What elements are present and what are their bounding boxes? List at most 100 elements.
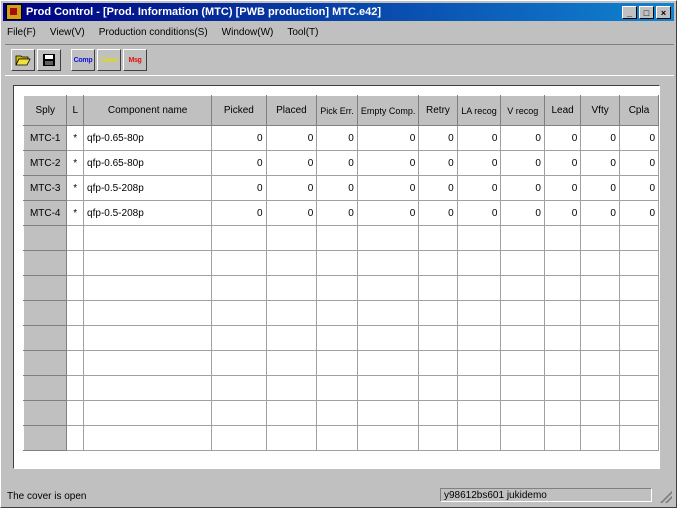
table-cell[interactable] (66, 225, 85, 251)
table-row[interactable]: MTC-4 * qfp-0.5-208p 0 0 0 0 0 0 0 0 0 0 (22, 200, 659, 226)
row-header[interactable]: MTC-2 (22, 150, 68, 176)
table-cell[interactable] (500, 250, 545, 276)
table-cell[interactable]: 0 (500, 200, 545, 226)
table-cell[interactable] (618, 425, 659, 451)
table-cell[interactable]: qfp-0.65-80p (83, 150, 213, 176)
app-icon[interactable] (6, 4, 22, 20)
table-cell[interactable] (356, 300, 420, 326)
table-cell[interactable] (265, 250, 318, 276)
table-cell[interactable]: * (66, 200, 85, 226)
row-header[interactable] (22, 300, 68, 326)
title-bar[interactable]: Prod Control - [Prod. Information (MTC) … (3, 3, 674, 21)
maximize-button[interactable]: □ (639, 5, 654, 19)
table-cell[interactable]: 0 (316, 175, 358, 201)
table-cell[interactable] (456, 225, 502, 251)
table-cell[interactable] (418, 400, 458, 426)
table-cell[interactable] (618, 325, 659, 351)
table-cell[interactable] (66, 250, 85, 276)
table-row[interactable] (22, 375, 659, 401)
table-cell[interactable]: qfp-0.5-208p (83, 175, 213, 201)
table-cell[interactable] (316, 425, 358, 451)
table-row[interactable] (22, 225, 659, 251)
table-cell[interactable] (618, 300, 659, 326)
table-cell[interactable] (543, 350, 582, 376)
table-cell[interactable]: 0 (418, 200, 458, 226)
table-cell[interactable] (543, 375, 582, 401)
table-cell[interactable] (211, 425, 267, 451)
table-cell[interactable] (83, 425, 213, 451)
table-cell[interactable]: * (66, 150, 85, 176)
table-cell[interactable] (211, 350, 267, 376)
table-cell[interactable] (580, 225, 620, 251)
open-button[interactable] (11, 49, 35, 71)
table-cell[interactable] (618, 400, 659, 426)
table-cell[interactable] (265, 225, 318, 251)
table-cell[interactable]: 0 (265, 175, 318, 201)
table-cell[interactable]: 0 (580, 200, 620, 226)
table-cell[interactable] (580, 350, 620, 376)
minimize-button[interactable]: _ (622, 5, 637, 19)
table-cell[interactable] (500, 375, 545, 401)
table-cell[interactable] (356, 425, 420, 451)
table-cell[interactable] (83, 275, 213, 301)
table-cell[interactable] (83, 325, 213, 351)
table-cell[interactable] (211, 250, 267, 276)
table-cell[interactable] (618, 225, 659, 251)
column-header[interactable]: V recog (500, 95, 545, 126)
table-cell[interactable] (356, 275, 420, 301)
table-cell[interactable]: 0 (500, 150, 545, 176)
msg-button[interactable]: Msg (123, 49, 147, 71)
row-header[interactable] (22, 425, 68, 451)
resize-grip[interactable] (660, 491, 672, 503)
table-cell[interactable] (500, 350, 545, 376)
table-cell[interactable] (265, 300, 318, 326)
table-cell[interactable]: qfp-0.65-80p (83, 125, 213, 151)
table-cell[interactable] (456, 400, 502, 426)
row-header[interactable] (22, 275, 68, 301)
conv-button[interactable]: Conv (97, 49, 121, 71)
table-row[interactable] (22, 300, 659, 326)
table-cell[interactable] (316, 400, 358, 426)
row-header[interactable] (22, 225, 68, 251)
table-cell[interactable] (500, 225, 545, 251)
table-cell[interactable] (316, 325, 358, 351)
column-header[interactable]: Picked (211, 95, 267, 126)
column-header[interactable]: Component name (83, 95, 213, 126)
table-cell[interactable]: 0 (356, 175, 420, 201)
table-cell[interactable] (316, 300, 358, 326)
table-cell[interactable]: * (66, 125, 85, 151)
table-cell[interactable] (580, 400, 620, 426)
table-cell[interactable] (618, 250, 659, 276)
table-cell[interactable] (356, 225, 420, 251)
table-cell[interactable] (543, 425, 582, 451)
table-cell[interactable] (456, 275, 502, 301)
table-cell[interactable] (580, 375, 620, 401)
comp-button[interactable]: Comp (71, 49, 95, 71)
row-header[interactable]: MTC-1 (22, 125, 68, 151)
table-cell[interactable] (580, 325, 620, 351)
table-cell[interactable] (580, 300, 620, 326)
column-header[interactable]: Cpla (618, 95, 659, 126)
table-cell[interactable]: 0 (211, 125, 267, 151)
table-cell[interactable] (211, 400, 267, 426)
table-cell[interactable] (316, 350, 358, 376)
table-cell[interactable]: 0 (456, 125, 502, 151)
menu-window[interactable]: Window(W) (220, 27, 276, 38)
table-cell[interactable] (618, 350, 659, 376)
menu-tool[interactable]: Tool(T) (285, 27, 320, 38)
table-cell[interactable] (66, 425, 85, 451)
table-cell[interactable] (66, 275, 85, 301)
menu-file[interactable]: File(F) (5, 27, 38, 38)
table-cell[interactable] (418, 275, 458, 301)
table-cell[interactable] (456, 325, 502, 351)
table-cell[interactable] (618, 375, 659, 401)
table-cell[interactable] (83, 300, 213, 326)
table-cell[interactable] (543, 250, 582, 276)
table-cell[interactable] (265, 350, 318, 376)
table-cell[interactable]: 0 (543, 125, 582, 151)
table-cell[interactable] (456, 425, 502, 451)
table-row[interactable] (22, 350, 659, 376)
table-row[interactable]: MTC-3 * qfp-0.5-208p 0 0 0 0 0 0 0 0 0 0 (22, 175, 659, 201)
row-header[interactable] (22, 325, 68, 351)
table-cell[interactable]: * (66, 175, 85, 201)
